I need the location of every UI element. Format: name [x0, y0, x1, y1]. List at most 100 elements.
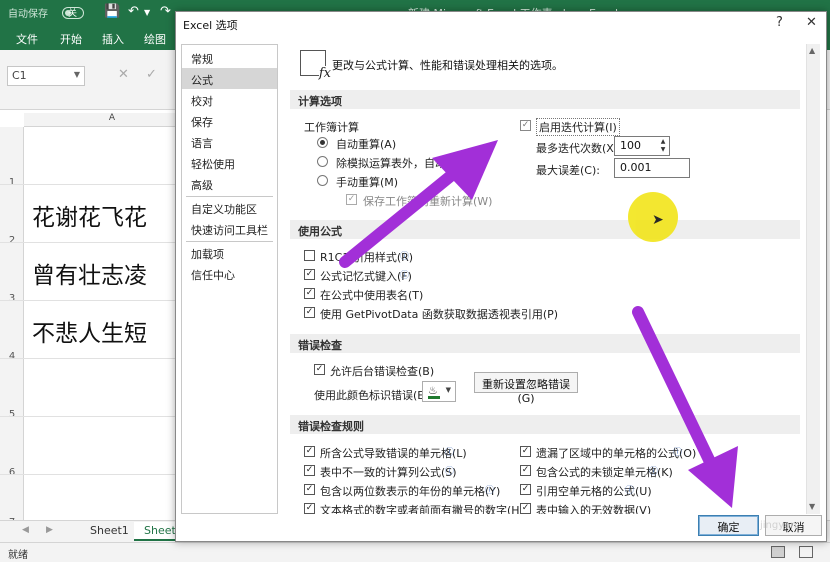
- cancel-icon[interactable]: ✕: [118, 67, 129, 82]
- nav-item-general[interactable]: 常规: [182, 47, 277, 68]
- header-description: 更改与公式计算、性能和错误处理相关的选项。: [332, 59, 563, 72]
- max-change-input[interactable]: 0.001: [614, 158, 690, 178]
- row-divider: [0, 416, 200, 417]
- error-color-swatch: [428, 396, 440, 399]
- rule-label: 表中输入的无效数据(V): [536, 504, 652, 514]
- cursor-highlight: ➤: [628, 192, 678, 242]
- row-divider: [0, 474, 200, 475]
- cell-a2[interactable]: 花谢花飞花: [32, 198, 147, 232]
- name-box-value: C1: [12, 69, 27, 82]
- row-divider: [0, 242, 200, 243]
- section-calculation: 计算选项: [290, 90, 800, 109]
- spinner-icon[interactable]: ▲ ▼: [658, 138, 668, 154]
- rule-checkbox[interactable]: ✓: [520, 446, 531, 457]
- cell-a4[interactable]: 不悲人生短: [32, 314, 147, 348]
- row-divider: [0, 358, 200, 359]
- undo-dropdown-icon[interactable]: ▼: [144, 8, 150, 17]
- manual-calc-radio[interactable]: [317, 175, 328, 186]
- row-header[interactable]: 3: [0, 293, 24, 304]
- background-error-checkbox[interactable]: ✓: [314, 364, 325, 375]
- max-change-label: 最大误差(C):: [536, 164, 600, 177]
- workbook-calc-label: 工作簿计算: [304, 121, 359, 134]
- max-change-value: 0.001: [620, 161, 652, 174]
- worksheet-grid[interactable]: A 1 2 3 4 5 6 7 花谢花飞花 曾有壮志凌 不悲人生短: [0, 110, 200, 528]
- nav-item-formulas[interactable]: 公式: [182, 68, 277, 89]
- nav-item-add-ins[interactable]: 加载项: [182, 242, 277, 263]
- row-header[interactable]: 6: [0, 467, 24, 478]
- rule-checkbox[interactable]: ✓: [304, 446, 315, 457]
- options-content: fx 更改与公式计算、性能和错误处理相关的选项。 计算选项 工作簿计算 自动重算…: [284, 44, 804, 514]
- rule-label: 引用空单元格的公式(U): [536, 485, 652, 498]
- undo-icon[interactable]: ↶: [128, 4, 139, 19]
- close-icon[interactable]: ✕: [806, 15, 817, 30]
- r1c1-checkbox[interactable]: [304, 250, 315, 261]
- tab-draw[interactable]: 绘图: [144, 31, 166, 47]
- rule-checkbox[interactable]: ✓: [520, 484, 531, 495]
- ok-button[interactable]: 确定: [698, 515, 759, 536]
- nav-item-proofing[interactable]: 校对: [182, 89, 277, 110]
- table-names-checkbox[interactable]: ✓: [304, 288, 315, 299]
- max-iterations-label: 最多迭代次数(X):: [536, 142, 622, 155]
- column-header-a[interactable]: A: [24, 113, 200, 127]
- rule-checkbox[interactable]: ✓: [520, 503, 531, 514]
- getpivotdata-label: 使用 GetPivotData 函数获取数据透视表引用(P): [320, 308, 559, 321]
- nav-item-trust-center[interactable]: 信任中心: [182, 263, 277, 284]
- chevron-down-icon: ▼: [445, 386, 451, 394]
- info-icon: ⓘ: [400, 271, 410, 281]
- autosave-label: 自动保存: [8, 9, 48, 20]
- scroll-down-icon[interactable]: ▼: [809, 502, 815, 511]
- autocomplete-checkbox[interactable]: ✓: [304, 269, 315, 280]
- auto-calc-radio[interactable]: [317, 137, 328, 148]
- page-layout-view-icon[interactable]: [799, 546, 813, 558]
- options-nav: 常规 公式 校对 保存 语言 轻松使用 高级 自定义功能区 快速访问工具栏 加载…: [181, 44, 278, 514]
- iterative-calc-label: 启用迭代计算(I): [536, 118, 620, 136]
- nav-item-save[interactable]: 保存: [182, 110, 277, 131]
- sheet-tab-sheet1[interactable]: Sheet1: [80, 522, 139, 541]
- nav-item-advanced[interactable]: 高级: [182, 173, 277, 194]
- row-divider: [0, 184, 200, 185]
- row-header[interactable]: 2: [0, 235, 24, 246]
- content-scrollbar[interactable]: ▲ ▼: [806, 44, 820, 514]
- rule-checkbox[interactable]: ✓: [304, 465, 315, 476]
- reset-ignored-errors-button[interactable]: 重新设置忽略错误(G): [474, 372, 578, 405]
- autosave-state: 关: [68, 9, 78, 19]
- redo-icon[interactable]: ↷: [160, 4, 171, 19]
- nav-item-accessibility[interactable]: 轻松使用: [182, 152, 277, 173]
- row-header[interactable]: 4: [0, 351, 24, 362]
- cell-a3[interactable]: 曾有壮志凌: [32, 256, 147, 290]
- error-color-label: 使用此颜色标识错误(E):: [314, 389, 433, 402]
- tab-file[interactable]: 文件: [16, 31, 38, 47]
- info-icon: ⓘ: [485, 486, 495, 496]
- recalc-before-save-checkbox[interactable]: ✓: [346, 194, 357, 205]
- tab-insert[interactable]: 插入: [102, 31, 124, 47]
- nav-item-customize-ribbon[interactable]: 自定义功能区: [182, 197, 277, 218]
- normal-view-icon[interactable]: [771, 546, 785, 558]
- row-divider: [0, 300, 200, 301]
- nav-item-language[interactable]: 语言: [182, 131, 277, 152]
- getpivotdata-checkbox[interactable]: ✓: [304, 307, 315, 318]
- save-icon[interactable]: 💾: [104, 4, 120, 19]
- tab-home[interactable]: 开始: [60, 31, 82, 47]
- help-icon[interactable]: ?: [776, 15, 783, 30]
- row-header[interactable]: 1: [0, 177, 24, 188]
- section-formulas: 使用公式: [290, 220, 800, 239]
- scroll-right-icon[interactable]: ▶: [46, 525, 53, 535]
- error-color-picker[interactable]: ♨ ▼: [422, 381, 456, 402]
- dialog-title: Excel 选项: [183, 19, 238, 32]
- rule-label: 文本格式的数字或者前面有撇号的数字(H): [320, 504, 524, 514]
- table-names-label: 在公式中使用表名(T): [320, 289, 424, 302]
- rule-checkbox[interactable]: ✓: [304, 503, 315, 514]
- rule-label: 包含以两位数表示的年份的单元格(Y): [320, 485, 501, 498]
- scroll-up-icon[interactable]: ▲: [809, 46, 815, 55]
- nav-item-quick-access[interactable]: 快速访问工具栏: [182, 218, 277, 239]
- max-iterations-input[interactable]: 100 ▲ ▼: [614, 136, 670, 156]
- scroll-left-icon[interactable]: ◀: [22, 525, 29, 535]
- info-icon: ⓘ: [625, 486, 635, 496]
- rule-checkbox[interactable]: ✓: [520, 465, 531, 476]
- auto-except-tables-radio[interactable]: [317, 156, 328, 167]
- iterative-calc-checkbox[interactable]: ✓: [520, 120, 531, 131]
- row-header[interactable]: 5: [0, 409, 24, 420]
- rule-checkbox[interactable]: ✓: [304, 484, 315, 495]
- check-icon[interactable]: ✓: [146, 67, 157, 82]
- name-box[interactable]: C1 ▼: [7, 66, 85, 86]
